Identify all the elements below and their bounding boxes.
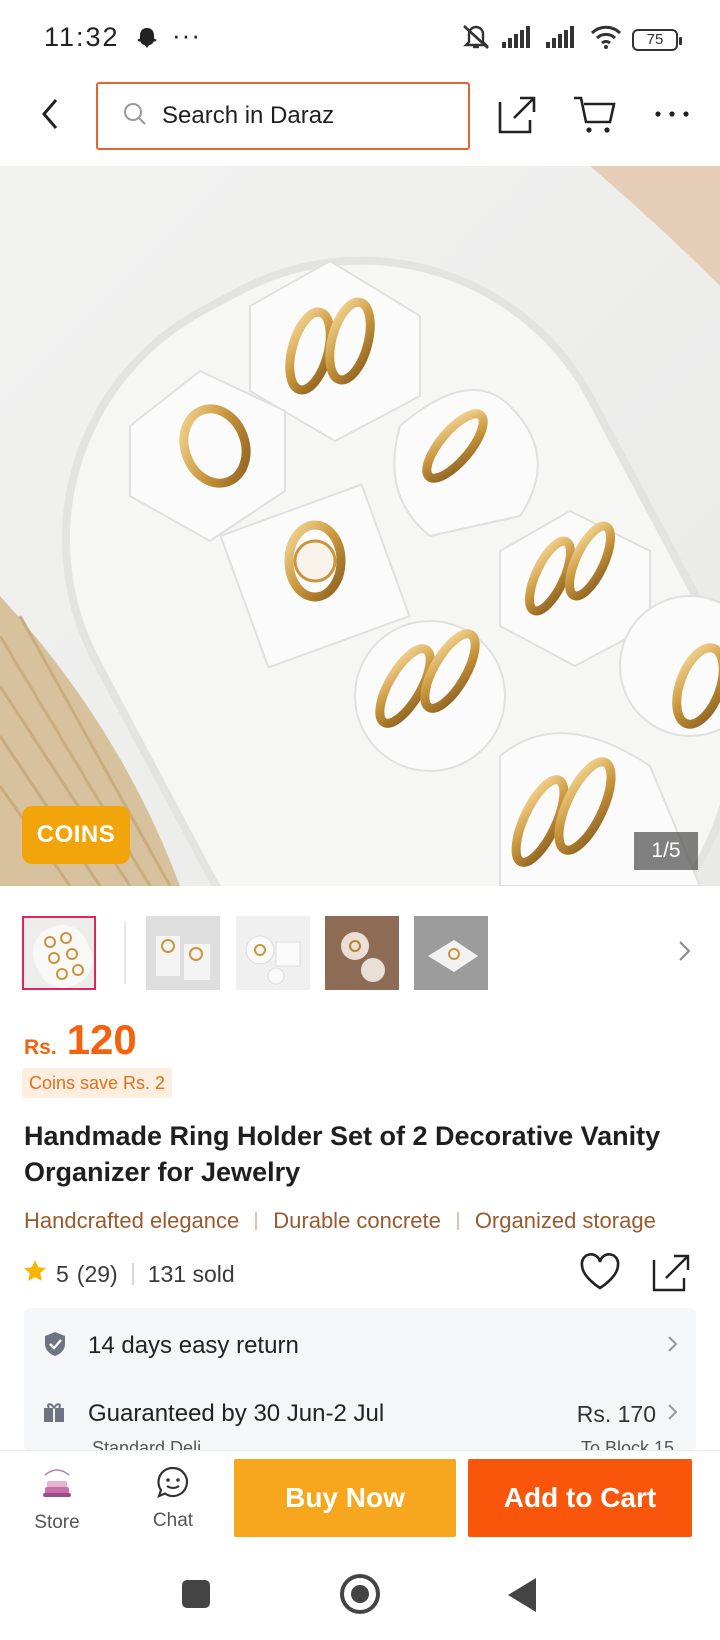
product-image[interactable]: COINS 1/5	[0, 166, 720, 886]
store-button[interactable]: Store	[22, 1465, 92, 1541]
back-icon[interactable]	[30, 94, 70, 134]
price-currency: Rs.	[24, 1036, 57, 1059]
rating-value: 5	[56, 1260, 69, 1287]
price-value: 120	[66, 1016, 137, 1063]
cart-icon[interactable]	[572, 92, 618, 141]
return-policy-row[interactable]: 14 days easy return	[24, 1318, 696, 1374]
product-highlights: Handcrafted elegance Durable concrete Or…	[24, 1204, 720, 1238]
highlight-item: Durable concrete	[273, 1208, 441, 1233]
thumbnail-1[interactable]	[22, 916, 96, 990]
coins-save-badge: Coins save Rs. 2	[22, 1068, 173, 1098]
snapchat-ghost-icon	[134, 26, 160, 57]
thumbnail-2[interactable]	[146, 916, 220, 990]
thumbnail-4[interactable]	[325, 916, 399, 990]
star-icon	[22, 1258, 48, 1290]
status-indicators: 75	[460, 22, 682, 57]
sold-count: 131 sold	[147, 1260, 235, 1287]
rating-count: (29)	[76, 1260, 118, 1287]
shield-check-icon	[42, 1330, 68, 1363]
home-icon[interactable]	[340, 1574, 380, 1614]
status-time: 11:32	[44, 22, 120, 52]
product-title: Handmade Ring Holder Set of 2 Decorative…	[24, 1121, 661, 1187]
heart-icon[interactable]	[578, 1252, 622, 1297]
chat-button[interactable]: Chat	[138, 1465, 208, 1541]
thumbnail-3[interactable]	[236, 916, 310, 990]
system-back-icon[interactable]	[508, 1578, 536, 1612]
buy-now-button[interactable]: Buy Now	[234, 1459, 456, 1537]
highlight-divider	[456, 1212, 459, 1230]
gift-icon	[42, 1400, 66, 1429]
thumbnail-divider	[124, 922, 126, 984]
delivery-row[interactable]: Guaranteed by 30 Jun-2 Jul Rs. 170	[24, 1386, 696, 1442]
more-icon[interactable]	[652, 94, 692, 134]
chevron-right-icon	[666, 1334, 680, 1359]
share-icon[interactable]	[650, 1252, 692, 1299]
return-text: 14 days easy return	[88, 1332, 299, 1359]
product-photo	[0, 166, 720, 886]
chat-label: Chat	[152, 1510, 194, 1531]
thumbnail-strip	[0, 908, 720, 994]
share-icon[interactable]	[496, 92, 540, 141]
service-info-panel: 14 days easy return Guaranteed by 30 Jun…	[24, 1308, 696, 1452]
search-input[interactable]: Search in Daraz	[96, 82, 470, 150]
highlight-divider	[255, 1212, 258, 1230]
image-counter: 1/5	[634, 832, 698, 870]
add-to-cart-button[interactable]: Add to Cart	[468, 1459, 692, 1537]
chevron-right-icon[interactable]	[676, 938, 694, 969]
status-more-dots: ···	[172, 20, 201, 50]
chevron-right-icon	[666, 1402, 680, 1427]
battery-icon: 75	[632, 28, 682, 51]
search-icon	[122, 101, 148, 132]
wifi-icon	[590, 25, 622, 54]
bottom-action-bar: Store Chat Buy Now Add to Cart	[0, 1450, 720, 1550]
store-label: Store	[34, 1512, 80, 1533]
delivery-text: Guaranteed by 30 Jun-2 Jul	[88, 1400, 385, 1427]
chat-icon	[155, 1465, 191, 1504]
top-nav: Search in Daraz	[0, 78, 720, 166]
delivery-price: Rs. 170	[576, 1400, 656, 1427]
mute-icon	[460, 22, 492, 57]
signal-icon	[502, 26, 536, 53]
highlight-item: Handcrafted elegance	[24, 1208, 240, 1233]
price: Rs. 120	[24, 1016, 137, 1064]
coins-badge: COINS	[22, 806, 130, 864]
system-nav-bar	[0, 1550, 720, 1640]
thumbnail-5[interactable]	[414, 916, 488, 990]
search-placeholder: Search in Daraz	[162, 102, 335, 129]
store-logo-icon	[37, 1465, 77, 1506]
recents-icon[interactable]	[182, 1580, 210, 1608]
status-bar: 11:32 ··· 75	[0, 0, 720, 78]
signal-icon	[546, 26, 580, 53]
rating-divider	[131, 1263, 134, 1285]
highlight-item: Organized storage	[474, 1208, 656, 1233]
